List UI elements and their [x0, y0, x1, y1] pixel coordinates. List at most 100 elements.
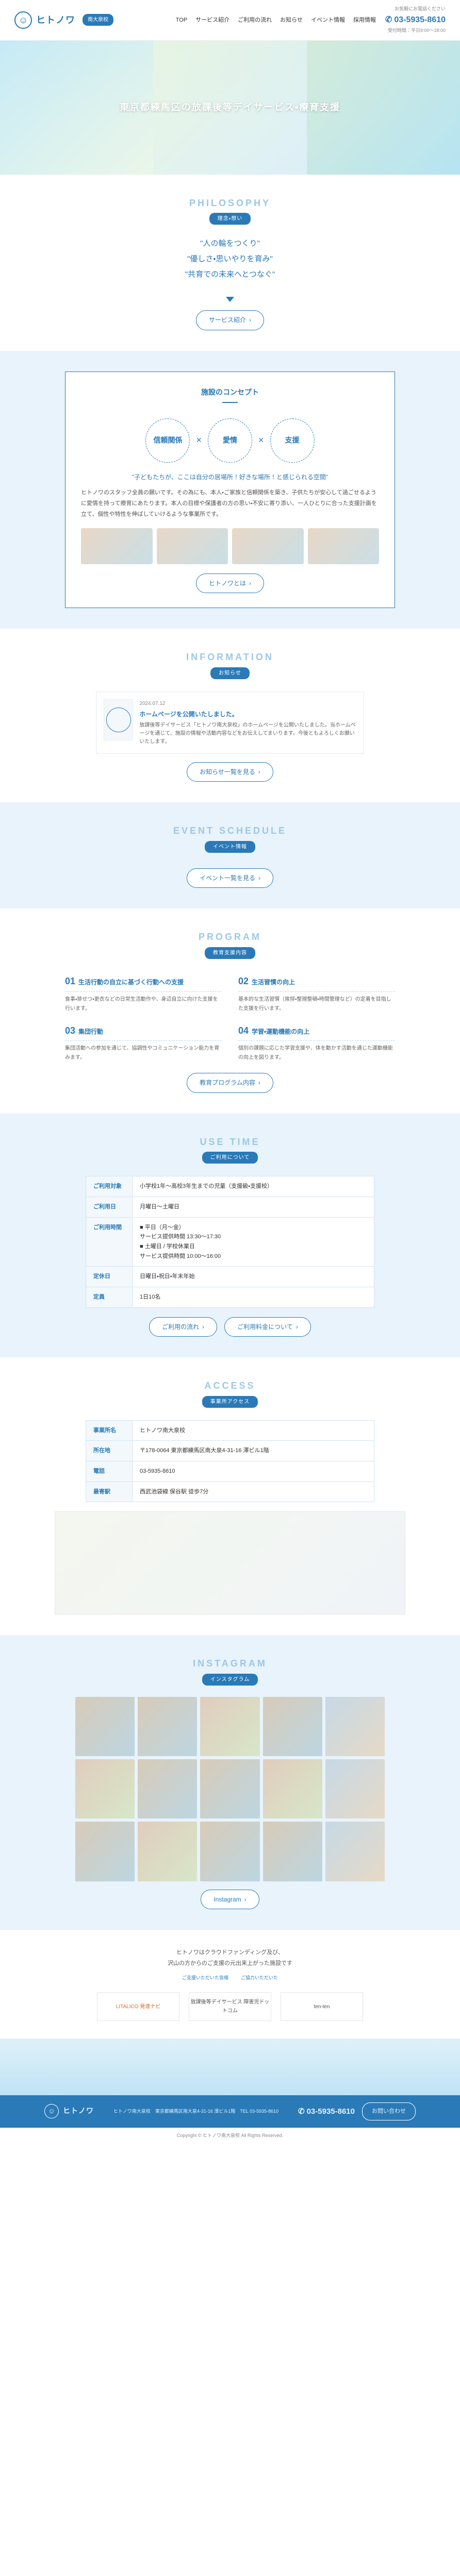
concept-circle: 愛情 — [208, 418, 252, 463]
concept-photo — [232, 528, 304, 564]
concept-button[interactable]: ヒトノワとは — [196, 574, 264, 593]
instagram-post[interactable] — [138, 1697, 197, 1756]
access-table: 事業所名ヒトノワ南大泉校 所在地〒178-0064 東京都練馬区南大泉4-31-… — [86, 1420, 374, 1503]
usetime-section: USE TIME ご利用について ご利用対象小学校1年〜高校3年生までの児童（支… — [0, 1114, 460, 1357]
cf-link-coop[interactable]: ご協力いただいた — [241, 1974, 278, 1982]
footer-logo[interactable]: ☺ ヒトノワ — [44, 2104, 94, 2118]
nav-news[interactable]: お知らせ — [280, 15, 303, 25]
instagram-section: INSTAGRAM インスタグラム Instagram — [0, 1635, 460, 1930]
insta-title-en: INSTAGRAM — [75, 1656, 385, 1672]
instagram-post[interactable] — [200, 1822, 259, 1881]
event-title-ja: イベント情報 — [205, 841, 255, 853]
instagram-post[interactable] — [200, 1759, 259, 1819]
phone-icon: ✆ — [298, 2105, 305, 2118]
instagram-post[interactable] — [75, 1759, 135, 1819]
usetime-table: ご利用対象小学校1年〜高校3年生までの児童（支援級・支援校） ご利用日月曜日〜土… — [86, 1176, 374, 1308]
instagram-post[interactable] — [325, 1759, 385, 1819]
program-item: 04学習・運動機能の向上 個別の課題に応じた学習支援や、体を動かす活動を通じた運… — [238, 1023, 395, 1063]
table-row: 定員1日10名 — [86, 1287, 374, 1307]
instagram-button[interactable]: Instagram — [201, 1890, 259, 1909]
news-date: 2024.07.12 — [139, 699, 356, 708]
nav-service[interactable]: サービス紹介 — [195, 15, 229, 25]
logo-text: ヒトノワ — [36, 12, 75, 28]
instagram-post[interactable] — [200, 1697, 259, 1756]
concept-photo — [81, 528, 153, 564]
program-button[interactable]: 教育プログラム内容 — [187, 1073, 273, 1092]
footer-sky-image — [0, 2039, 460, 2095]
logo-icon: ☺ — [14, 11, 32, 29]
cf-link-supporters[interactable]: ご支援いただいた皆様 — [182, 1974, 228, 1982]
table-row: 最寄駅西武池袋線 保谷駅 徒歩7分 — [86, 1481, 374, 1502]
multiply-icon: × — [196, 432, 202, 448]
instagram-post[interactable] — [138, 1822, 197, 1881]
instagram-post[interactable] — [263, 1697, 322, 1756]
event-title-en: EVENT SCHEDULE — [75, 823, 385, 839]
table-row: 電話03-5935-8610 — [86, 1461, 374, 1482]
instagram-post[interactable] — [263, 1759, 322, 1819]
philosophy-title-ja: 理念・想い — [209, 213, 251, 225]
concept-body: ヒトノワのスタッフ全員の願いです。その為にも、本人・ご家族と信頼関係を築き、子供… — [81, 487, 379, 520]
header: ☺ ヒトノワ 南大泉校 TOP サービス紹介 ご利用の流れ お知らせ イベント情… — [0, 0, 460, 41]
info-title-ja: お知らせ — [210, 667, 250, 679]
program-title-en: PROGRAM — [55, 929, 405, 945]
header-nav: TOP サービス紹介 ご利用の流れ お知らせ イベント情報 採用情報 — [176, 15, 376, 25]
instagram-post[interactable] — [75, 1697, 135, 1756]
cf-copy: ヒトノワはクラウドファンディング及び、 沢山の方からのご支援の元出来上がった施設… — [75, 1947, 385, 1969]
program-item: 02生活習慣の向上 基本的な生活習慣（挨拶・整理整頓・時間管理など）の定着を目指… — [238, 973, 395, 1014]
logo-icon: ☺ — [44, 2104, 59, 2118]
banner-shougaiji[interactable]: 放課後等デイサービス 障害児ドットコム — [189, 1992, 271, 2021]
program-item: 03集団行動 集団活動への参加を通じて、協調性やコミュニケーション能力を育みます… — [65, 1023, 222, 1063]
footer: ☺ ヒトノワ ヒトノワ南大泉校 東京都練馬区南大泉4-31-16 澤ビル1階 T… — [0, 2039, 460, 2144]
footer-contact-button[interactable]: お問い合わせ — [362, 2102, 416, 2120]
info-list-button[interactable]: お知らせ一覧を見る — [187, 762, 273, 782]
philosophy-section: PHILOSOPHY 理念・想い "人の輪をつくり" "優しさ・思いやりを育み"… — [0, 175, 460, 351]
banner-list: LITALICO 発達ナビ 放課後等デイサービス 障害児ドットコム ten-te… — [75, 1992, 385, 2021]
nav-flow[interactable]: ご利用の流れ — [238, 15, 272, 25]
instagram-post[interactable] — [263, 1822, 322, 1881]
multiply-icon: × — [258, 432, 264, 448]
philosophy-button[interactable]: サービス紹介 — [196, 310, 264, 330]
logo[interactable]: ☺ ヒトノワ — [14, 11, 75, 29]
tel-label: お気軽にお電話ください — [385, 5, 446, 13]
map[interactable] — [55, 1511, 405, 1614]
footer-tel[interactable]: ✆03-5935-8610 — [298, 2105, 355, 2118]
hero: 東京都練馬区の放課後等デイサービス・療育支援 — [0, 41, 460, 175]
header-tel[interactable]: ✆03-5935-8610 — [385, 13, 446, 27]
tel-time: 受付時間：平日9:00〜18:00 — [385, 27, 446, 35]
concept-circles: 信頼関係 × 愛情 × 支援 — [81, 418, 379, 463]
table-row: ご利用日月曜日〜土曜日 — [86, 1197, 374, 1217]
concept-photo — [308, 528, 380, 564]
hero-headline: 東京都練馬区の放課後等デイサービス・療育支援 — [120, 99, 340, 115]
instagram-post[interactable] — [75, 1822, 135, 1881]
concept-photo — [157, 528, 228, 564]
crowdfunding-section: ヒトノワはクラウドファンディング及び、 沢山の方からのご支援の元出来上がった施設… — [0, 1930, 460, 2039]
footer-address: ヒトノワ南大泉校 東京都練馬区南大泉4-31-16 澤ビル1階 TEL 03-5… — [113, 2108, 278, 2115]
nav-event[interactable]: イベント情報 — [311, 15, 345, 25]
program-title-ja: 教育支援内容 — [205, 947, 255, 959]
table-row: ご利用時間■ 平日（月〜金） サービス提供時間 13:30〜17:30 ■ 土曜… — [86, 1217, 374, 1267]
concept-circle: 信頼関係 — [145, 418, 190, 463]
news-desc: 放課後等デイサービス「ヒトノワ南大泉校」のホームページを公開いたしました。当ホー… — [139, 721, 356, 746]
news-card[interactable]: 2024.07.12 ホームページを公開いたしました。 放課後等デイサービス「ヒ… — [96, 692, 364, 754]
concept-images — [81, 528, 379, 564]
instagram-post[interactable] — [138, 1759, 197, 1819]
access-title-ja: 事業所アクセス — [202, 1396, 258, 1408]
banner-litalico[interactable]: LITALICO 発達ナビ — [97, 1992, 179, 2021]
nav-top[interactable]: TOP — [176, 15, 187, 25]
phone-icon: ✆ — [385, 13, 392, 27]
usetime-price-button[interactable]: ご利用料金について — [224, 1317, 311, 1337]
banner-tenten[interactable]: ten-ten — [281, 1992, 363, 2021]
chevron-down-icon — [226, 297, 234, 302]
nav-recruit[interactable]: 採用情報 — [353, 15, 376, 25]
concept-title: 施設のコンセプト — [201, 386, 259, 403]
table-row: ご利用対象小学校1年〜高校3年生までの児童（支援級・支援校） — [86, 1176, 374, 1197]
instagram-grid — [75, 1697, 385, 1881]
instagram-post[interactable] — [325, 1697, 385, 1756]
usetime-flow-button[interactable]: ご利用の流れ — [149, 1317, 217, 1337]
event-list-button[interactable]: イベント一覧を見る — [187, 868, 273, 888]
logo-icon — [106, 708, 131, 732]
concept-circle: 支援 — [270, 418, 315, 463]
news-title: ホームページを公開いたしました。 — [139, 709, 356, 719]
instagram-post[interactable] — [325, 1822, 385, 1881]
philosophy-title-en: PHILOSOPHY — [75, 195, 385, 211]
